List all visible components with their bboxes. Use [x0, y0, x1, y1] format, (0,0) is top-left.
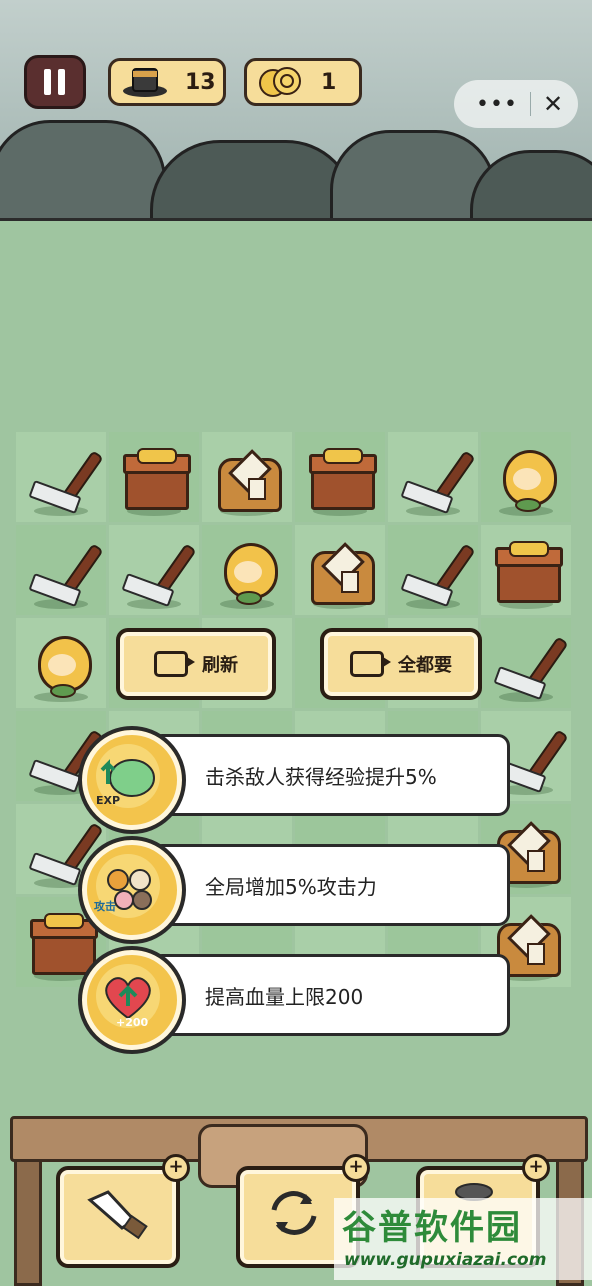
board-cell-rake[interactable]: [16, 432, 106, 522]
box-coins: [137, 448, 177, 464]
add-icon[interactable]: +: [342, 1154, 370, 1182]
watermark-name: 谷普软件园: [342, 1208, 522, 1248]
take-all-button[interactable]: 全都要: [320, 628, 482, 700]
robe-patch: [527, 943, 545, 965]
skill-card-exp[interactable]: 击杀敌人获得经验提升5%: [150, 734, 510, 816]
box-coins: [323, 448, 363, 464]
rake-icon: [388, 432, 478, 522]
box-icon: [295, 432, 385, 522]
coin-count: 1: [321, 69, 337, 95]
box-icon: [109, 432, 199, 522]
hat-counter: 13: [108, 58, 226, 106]
rock: [0, 120, 166, 218]
board-cell-rake[interactable]: [388, 432, 478, 522]
peach-icon: [16, 618, 106, 708]
board-cell-peach[interactable]: [481, 432, 571, 522]
board-cell-rake[interactable]: [16, 525, 106, 615]
rake-icon: [109, 525, 199, 615]
mini-program-capsule: ••• ✕: [454, 80, 578, 128]
peach-face: [234, 561, 262, 583]
robe-patch: [527, 850, 545, 872]
mountain-scene: 13 1 ••• ✕: [0, 0, 592, 221]
board-cell-rake[interactable]: [481, 618, 571, 708]
peach-icon: [481, 432, 571, 522]
attack-tag: 攻击: [94, 900, 116, 913]
board-cell-box[interactable]: [481, 525, 571, 615]
swap-icon: [271, 1191, 317, 1235]
add-icon[interactable]: +: [162, 1154, 190, 1182]
refresh-button[interactable]: 刷新: [116, 628, 276, 700]
skill-medal-exp: EXP: [78, 726, 186, 834]
refresh-label: 刷新: [202, 655, 238, 676]
board-cell-peach[interactable]: [202, 525, 292, 615]
skill-text: 击杀敌人获得经验提升5%: [205, 764, 437, 789]
rake-icon: [388, 525, 478, 615]
capsule-divider: [529, 92, 531, 116]
close-icon[interactable]: ✕: [543, 90, 563, 118]
more-icon[interactable]: •••: [476, 92, 518, 117]
board-cell-rake[interactable]: [388, 525, 478, 615]
robe-icon: [202, 432, 292, 522]
robe-icon: [295, 525, 385, 615]
pause-button[interactable]: [24, 55, 86, 109]
peach-leaf: [236, 591, 262, 605]
hat-icon: [123, 68, 167, 97]
shelf-post: [14, 1156, 42, 1286]
watermark-url: www.gupuxiazai.com: [344, 1250, 547, 1270]
skill-medal-attack: 攻击: [78, 836, 186, 944]
skill-text: 全局增加5%攻击力: [205, 874, 377, 899]
hat-count: 13: [185, 69, 216, 95]
take-all-label: 全都要: [398, 655, 452, 676]
coin-counter: 1: [244, 58, 362, 106]
peach-face: [513, 468, 541, 490]
board-cell-robe[interactable]: [202, 432, 292, 522]
peach-leaf: [50, 684, 76, 698]
peach-icon: [202, 525, 292, 615]
rock: [150, 140, 356, 218]
board-cell-peach[interactable]: [16, 618, 106, 708]
hp-tag: +200: [116, 1016, 149, 1029]
box-coins: [44, 913, 84, 929]
skill-medal-hp: +200: [78, 946, 186, 1054]
video-icon: [154, 651, 195, 677]
peach-leaf: [515, 498, 541, 512]
board-cell-rake[interactable]: [109, 525, 199, 615]
exp-tag: EXP: [96, 794, 121, 807]
add-icon[interactable]: +: [522, 1154, 550, 1182]
robe-patch: [248, 478, 266, 500]
glove-icon: [87, 1190, 148, 1240]
skill-text: 提高血量上限200: [205, 984, 364, 1009]
peach-face: [48, 654, 76, 676]
skill-card-attack[interactable]: 全局增加5%攻击力: [150, 844, 510, 926]
rake-icon: [16, 525, 106, 615]
robe-patch: [341, 571, 359, 593]
rake-icon: [481, 618, 571, 708]
video-icon: [350, 651, 391, 677]
board-cell-box[interactable]: [295, 432, 385, 522]
watermark: 谷普软件园 www.gupuxiazai.com: [334, 1198, 592, 1280]
board-cell-box[interactable]: [109, 432, 199, 522]
box-icon: [481, 525, 571, 615]
rake-icon: [16, 432, 106, 522]
box-coins: [509, 541, 549, 557]
slot-glove[interactable]: +: [56, 1154, 190, 1268]
board-cell-robe[interactable]: [295, 525, 385, 615]
coin-icon: [259, 67, 301, 97]
skill-card-hp[interactable]: 提高血量上限200: [150, 954, 510, 1036]
